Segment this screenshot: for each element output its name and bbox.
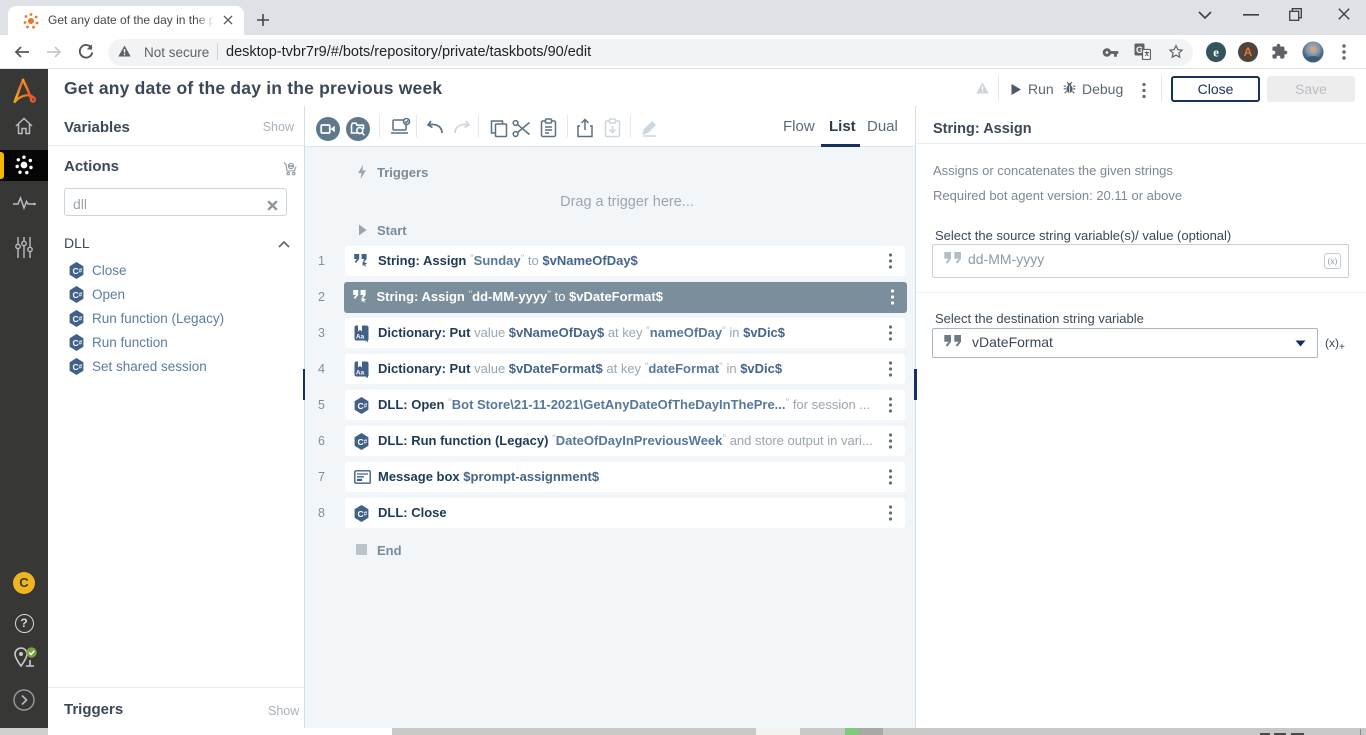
svg-text:A: A xyxy=(1244,45,1253,59)
svg-text:e: e xyxy=(1213,45,1219,60)
svg-text:Aa: Aa xyxy=(356,334,365,341)
svg-text:Aa: Aa xyxy=(356,370,365,377)
